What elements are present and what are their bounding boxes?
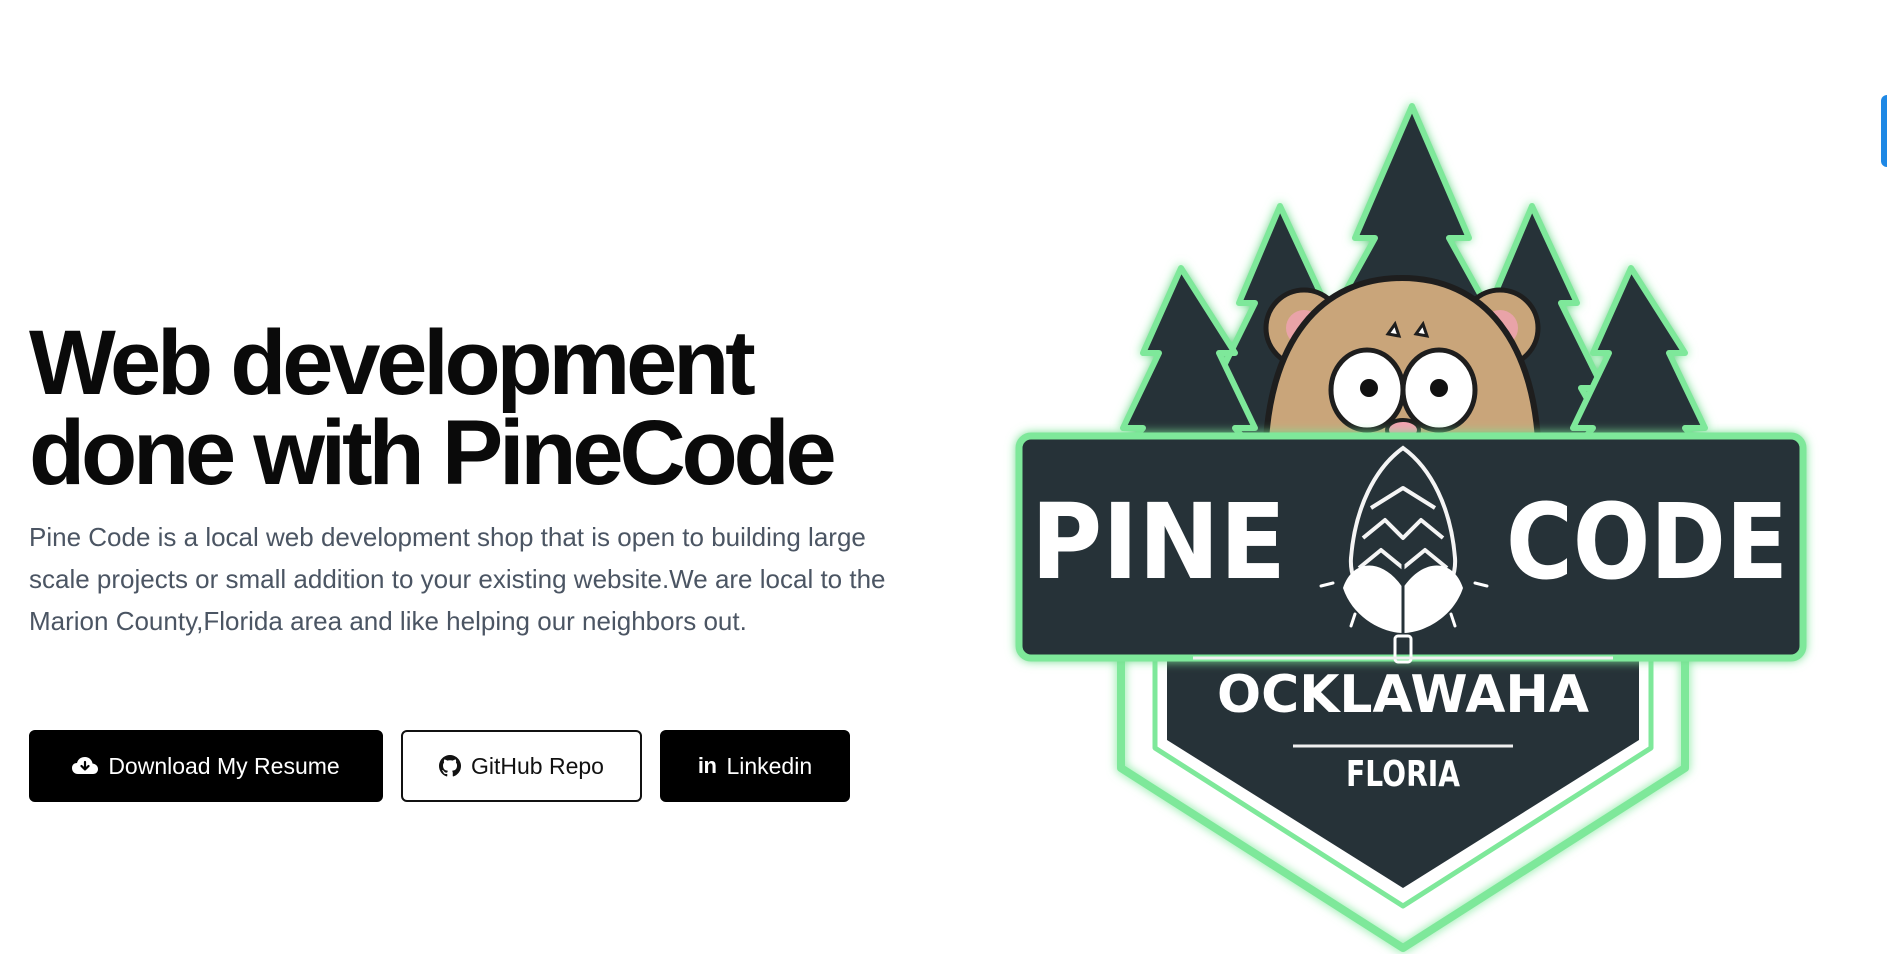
linkedin-button[interactable]: in Linkedin [660,730,850,802]
cloud-download-icon [72,756,99,776]
logo-city: OCKLAWAHA [1217,665,1589,725]
github-repo-label: GitHub Repo [471,752,604,779]
linkedin-label: Linkedin [726,752,813,779]
download-resume-label: Download My Resume [108,752,340,779]
github-repo-button[interactable]: GitHub Repo [401,730,642,802]
hero-description: Pine Code is a local web development sho… [29,522,886,636]
logo-word-left: PINE [1031,481,1286,603]
linkedin-icon: in [697,753,717,778]
page: Web development done with PineCode Pine … [0,0,1887,964]
github-icon [439,755,462,777]
pine-code-logo: PINE CODE OCKLAWAHA FLORIA [1003,88,1825,954]
hero-text: Web development done with PineCode Pine … [29,312,909,642]
logo-state: FLORIA [1346,754,1460,795]
pine-code-logo-graphic: PINE CODE OCKLAWAHA FLORIA [1015,103,1807,952]
logo-word-right: CODE [1506,481,1788,603]
hero-actions: Download My Resume GitHub Repo in Linked… [29,730,850,802]
hero-title: Web development done with PineCode [29,312,909,504]
download-resume-button[interactable]: Download My Resume [29,730,383,802]
edge-feedback-tab[interactable] [1881,95,1887,167]
hero-title-line-2: done with PineCode [29,402,837,504]
hero-title-line-1: Web development [29,312,756,414]
